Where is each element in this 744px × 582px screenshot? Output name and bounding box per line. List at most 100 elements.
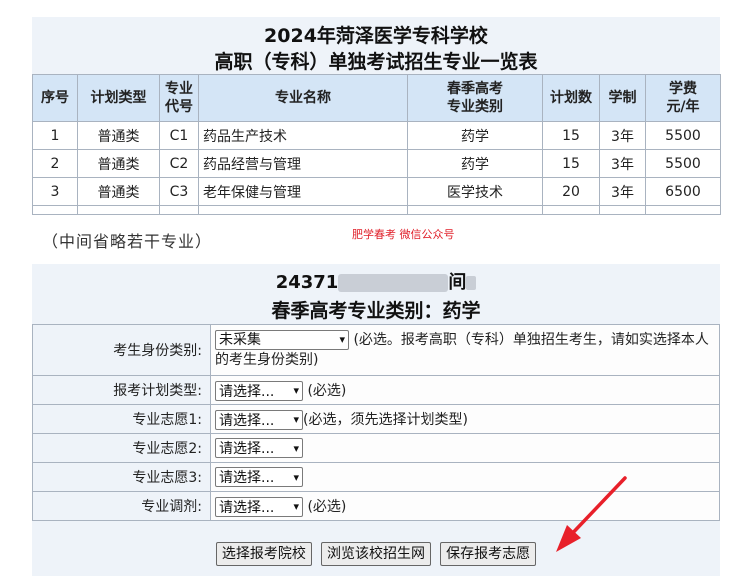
choice3-select-value: 请选择... [219,470,275,486]
table-cell: 药学 [407,121,543,150]
choice3-label: 专业志愿3: [32,462,211,492]
table-row: 2 普通类 C2 药品经营与管理 药学 15 3年 5500 [32,149,721,178]
column-header-text: 元/年 [666,99,700,115]
table-cell [542,205,600,215]
table-cell: 药品生产技术 [198,121,408,150]
column-header: 春季高考 专业类别 [407,74,543,122]
table-cell [645,205,721,215]
choice1-select[interactable]: 请选择... ▾ [215,409,303,430]
column-header: 学制 [599,74,646,122]
identity-select-value: 未采集 [219,332,261,348]
table-cell: 药品经营与管理 [198,149,408,178]
table-cell: 1 [32,121,78,150]
form-row-choice1: 专业志愿1: 请选择... ▾ (必选，须先选择计划类型) [32,404,720,434]
table-cell: C3 [159,177,199,206]
majors-table: 序号 计划类型 专业 代号 专业名称 春季高考 专业类别 计划数 学制 学费 元/年 1 普通类 C1 药… [32,74,721,215]
save-choices-button[interactable]: 保存报考志愿 [440,542,537,566]
column-header: 专业名称 [198,74,408,122]
column-header: 专业 代号 [159,74,199,122]
table-row: 3 普通类 C3 老年保健与管理 医学技术 20 3年 6500 [32,177,721,206]
column-header-text: 学制 [608,90,637,106]
table-cell: 15 [542,121,600,150]
form-row-identity: 考生身份类别: 未采集 ▾ (必选。报考高职（专科）单独招生考生，请如实选择本人的… [32,324,720,376]
page-title-line2: 高职（专科）单独考试招生专业一览表 [214,51,538,73]
column-header: 序号 [32,74,78,122]
table-cell: 2 [32,149,78,178]
table-cell: 医学技术 [407,177,543,206]
plan-type-label: 报考计划类型: [32,375,211,405]
choice1-select-value: 请选择... [219,412,275,429]
table-cell: 5500 [645,149,721,178]
category-heading: 春季高考专业类别：药学 [271,300,481,322]
choice2-select[interactable]: 请选择... ▾ [215,438,303,458]
page-title-line1: 2024年菏泽医学专科学校 [264,25,488,47]
plan-type-select-value: 请选择... [219,383,275,400]
application-form: 考生身份类别: 未采集 ▾ (必选。报考高职（专科）单独招生考生，请如实选择本人的… [32,324,720,521]
choice1-hint: (必选，须先选择计划类型) [303,411,468,428]
form-row-plan-type: 报考计划类型: 请选择... ▾ (必选) [32,375,720,405]
choice2-select-value: 请选择... [219,441,275,457]
table-cell [599,205,646,215]
table-cell [407,205,543,215]
school-code-heading: 24371 间 [32,268,720,294]
plan-type-select[interactable]: 请选择... ▾ [215,380,303,401]
school-code-suffix: 间 [448,272,467,293]
table-cell: 普通类 [77,149,160,178]
column-header-text: 计划数 [550,90,592,106]
choice1-label: 专业志愿1: [32,404,211,434]
choose-school-button[interactable]: 选择报考院校 [215,542,312,566]
table-cell [159,205,199,215]
table-row: 1 普通类 C1 药品生产技术 药学 15 3年 5500 [32,121,721,150]
column-header-text: 学费 [669,81,697,97]
application-form-panel: 24371 间 春季高考专业类别：药学 考生身份类别: 未采集 ▾ (必选。报考高职… [32,264,720,576]
redacted-block [338,274,449,292]
table-cell: 老年保健与管理 [198,177,408,206]
table-cell: 普通类 [77,177,160,206]
table-cell: 20 [542,177,600,206]
browse-site-button[interactable]: 浏览该校招生网 [321,542,431,566]
form-row-choice3: 专业志愿3: 请选择... ▾ [32,462,720,492]
table-cell: 15 [542,149,600,178]
table-cell: C1 [159,121,199,150]
column-header: 学费元/年 [645,74,721,122]
table-cell: 5500 [645,121,721,150]
table-cell: 药学 [407,149,543,178]
table-cell [32,205,78,215]
form-buttons: 选择报考院校 浏览该校招生网 保存报考志愿 [32,542,720,566]
table-cell: C2 [159,149,199,178]
table-cell: 普通类 [77,121,160,150]
column-header-text: 专业类别 [447,99,503,115]
school-code-prefix: 24371 [275,272,339,293]
adjust-label: 专业调剂: [32,491,211,521]
column-header-text: 代号 [165,99,193,115]
plan-type-hint: (必选) [307,382,347,399]
major-list-panel: 2024年菏泽医学专科学校 高职（专科）单独考试招生专业一览表 序号 计划类型 专业… [32,17,721,215]
column-header-text: 专业名称 [275,90,331,106]
table-cell: 3 [32,177,78,206]
chevron-down-icon: ▾ [339,333,345,346]
table-cell: 6500 [645,177,721,206]
redacted-block-small [466,276,477,290]
chevron-down-icon: ▾ [293,441,299,455]
table-row-cutoff [32,205,721,215]
table-cell: 3年 [599,177,646,206]
adjust-hint: (必选) [307,498,347,515]
column-header: 计划类型 [77,74,160,122]
column-header-text: 序号 [41,90,69,106]
table-cell [198,205,408,215]
choice3-select[interactable]: 请选择... ▾ [215,467,303,487]
table-cell: 3年 [599,121,646,150]
chevron-down-icon: ▾ [293,500,299,513]
table-header-row: 序号 计划类型 专业 代号 专业名称 春季高考 专业类别 计划数 学制 学费 元/年 [32,74,721,122]
watermark-text: 肥学春考 微信公众号 [352,228,455,241]
identity-label: 考生身份类别: [32,324,211,376]
column-header-text: 计划类型 [90,90,147,106]
choice2-label: 专业志愿2: [32,433,211,463]
identity-select[interactable]: 未采集 ▾ [215,330,349,350]
chevron-down-icon: ▾ [293,384,299,397]
table-cell [77,205,160,215]
adjust-select[interactable]: 请选择... ▾ [215,496,303,517]
chevron-down-icon: ▾ [293,470,299,484]
column-header-text: 春季高考 [447,81,503,97]
column-header: 计划数 [542,74,600,122]
